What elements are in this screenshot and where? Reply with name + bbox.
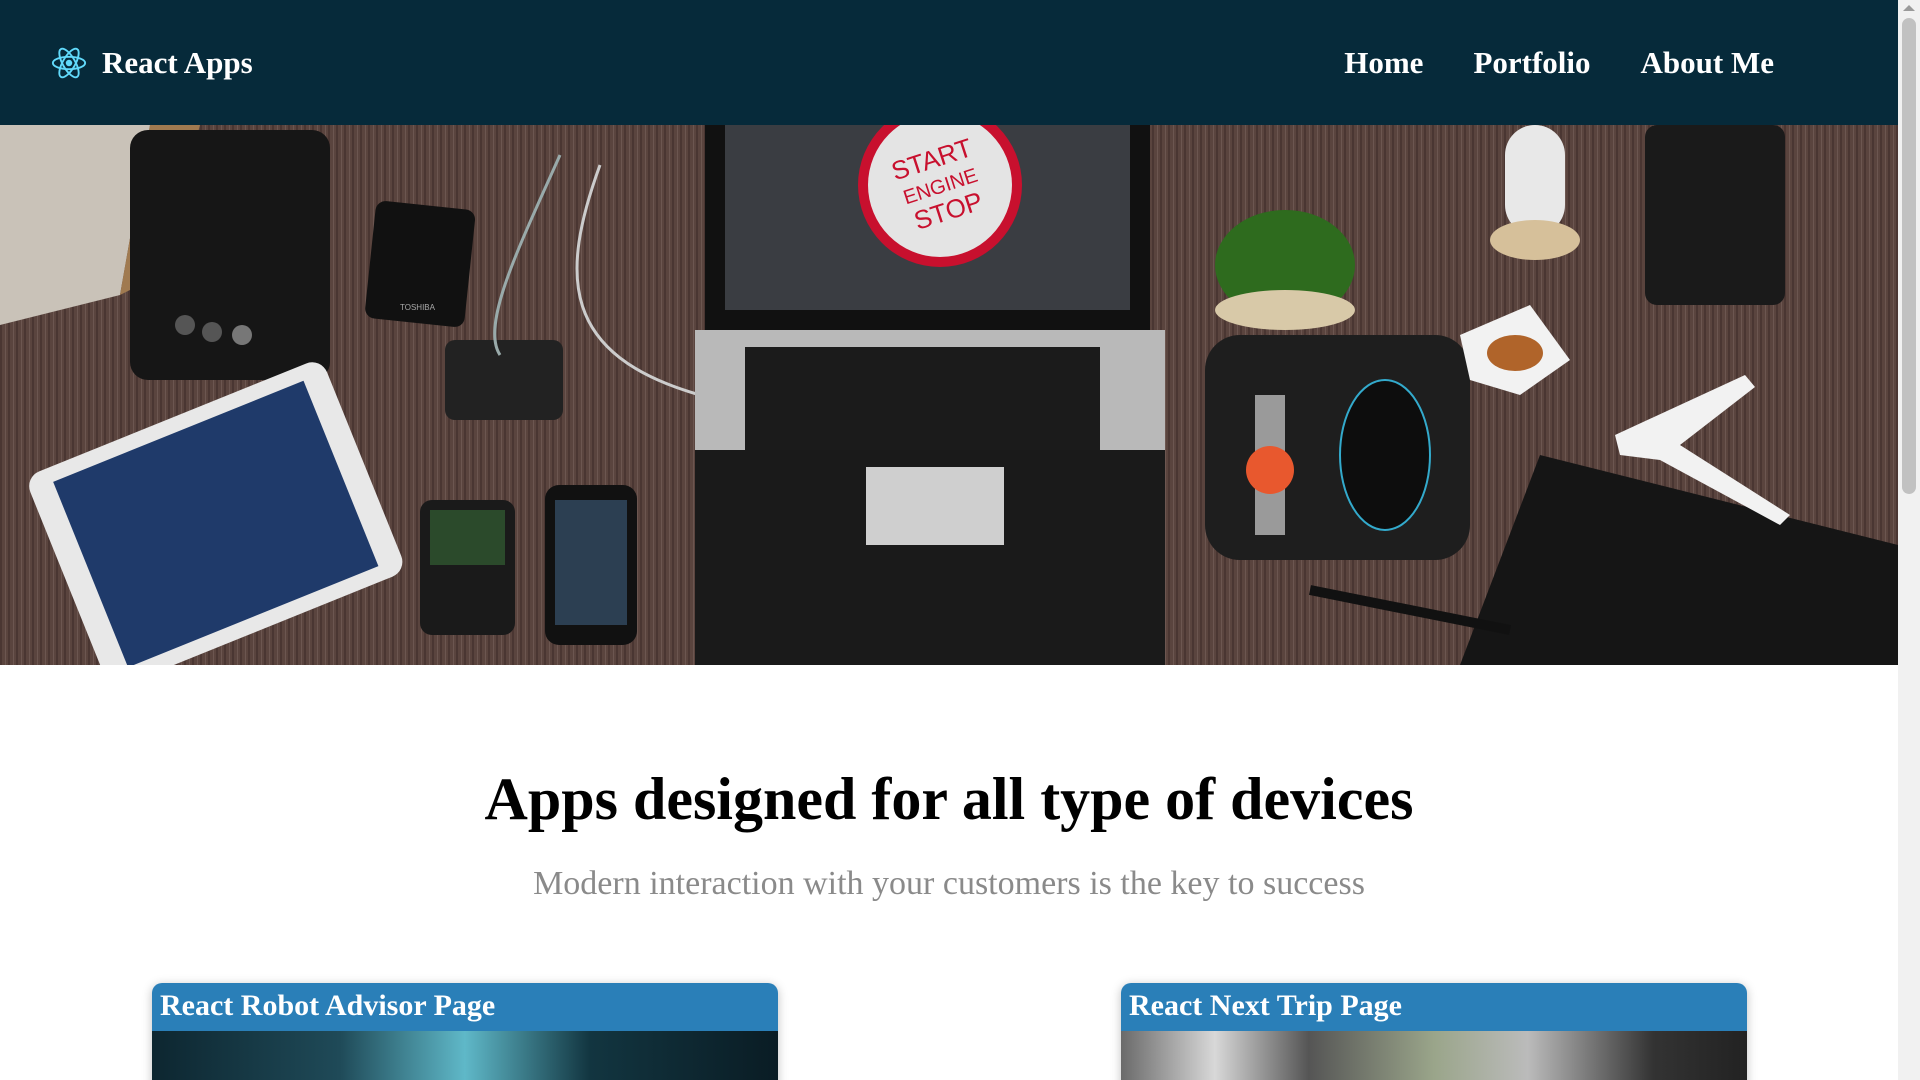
hard-drive-label: TOSHIBA — [400, 303, 436, 312]
brand-link[interactable]: React Apps — [50, 44, 253, 82]
page-scrollbar[interactable] — [1898, 0, 1920, 1080]
section-headline: Apps designed for all type of devices — [484, 766, 1414, 832]
nav-link-about-me[interactable]: About Me — [1641, 45, 1774, 81]
scrollbar-thumb[interactable] — [1902, 18, 1916, 494]
project-card-robot-advisor[interactable]: React Robot Advisor Page — [152, 983, 778, 1080]
hero-image: TOSHIBA START ENGINE STOP — [0, 125, 1898, 665]
nav-link-portfolio[interactable]: Portfolio — [1473, 45, 1590, 81]
nav-links: Home Portfolio About Me — [1344, 45, 1774, 81]
card-title: React Robot Advisor Page — [152, 983, 778, 1031]
project-card-next-trip[interactable]: React Next Trip Page — [1121, 983, 1747, 1080]
card-thumbnail — [152, 1031, 778, 1080]
scroll-up-arrow-icon[interactable] — [1903, 5, 1915, 11]
card-thumbnail — [1121, 1031, 1747, 1080]
react-atom-icon — [51, 47, 87, 78]
brand-name: React Apps — [102, 44, 253, 80]
section-subheadline: Modern interaction with your customers i… — [533, 865, 1365, 902]
top-navbar: React Apps Home Portfolio About Me — [0, 0, 1898, 125]
nav-link-home[interactable]: Home — [1344, 45, 1423, 81]
card-title: React Next Trip Page — [1121, 983, 1747, 1031]
